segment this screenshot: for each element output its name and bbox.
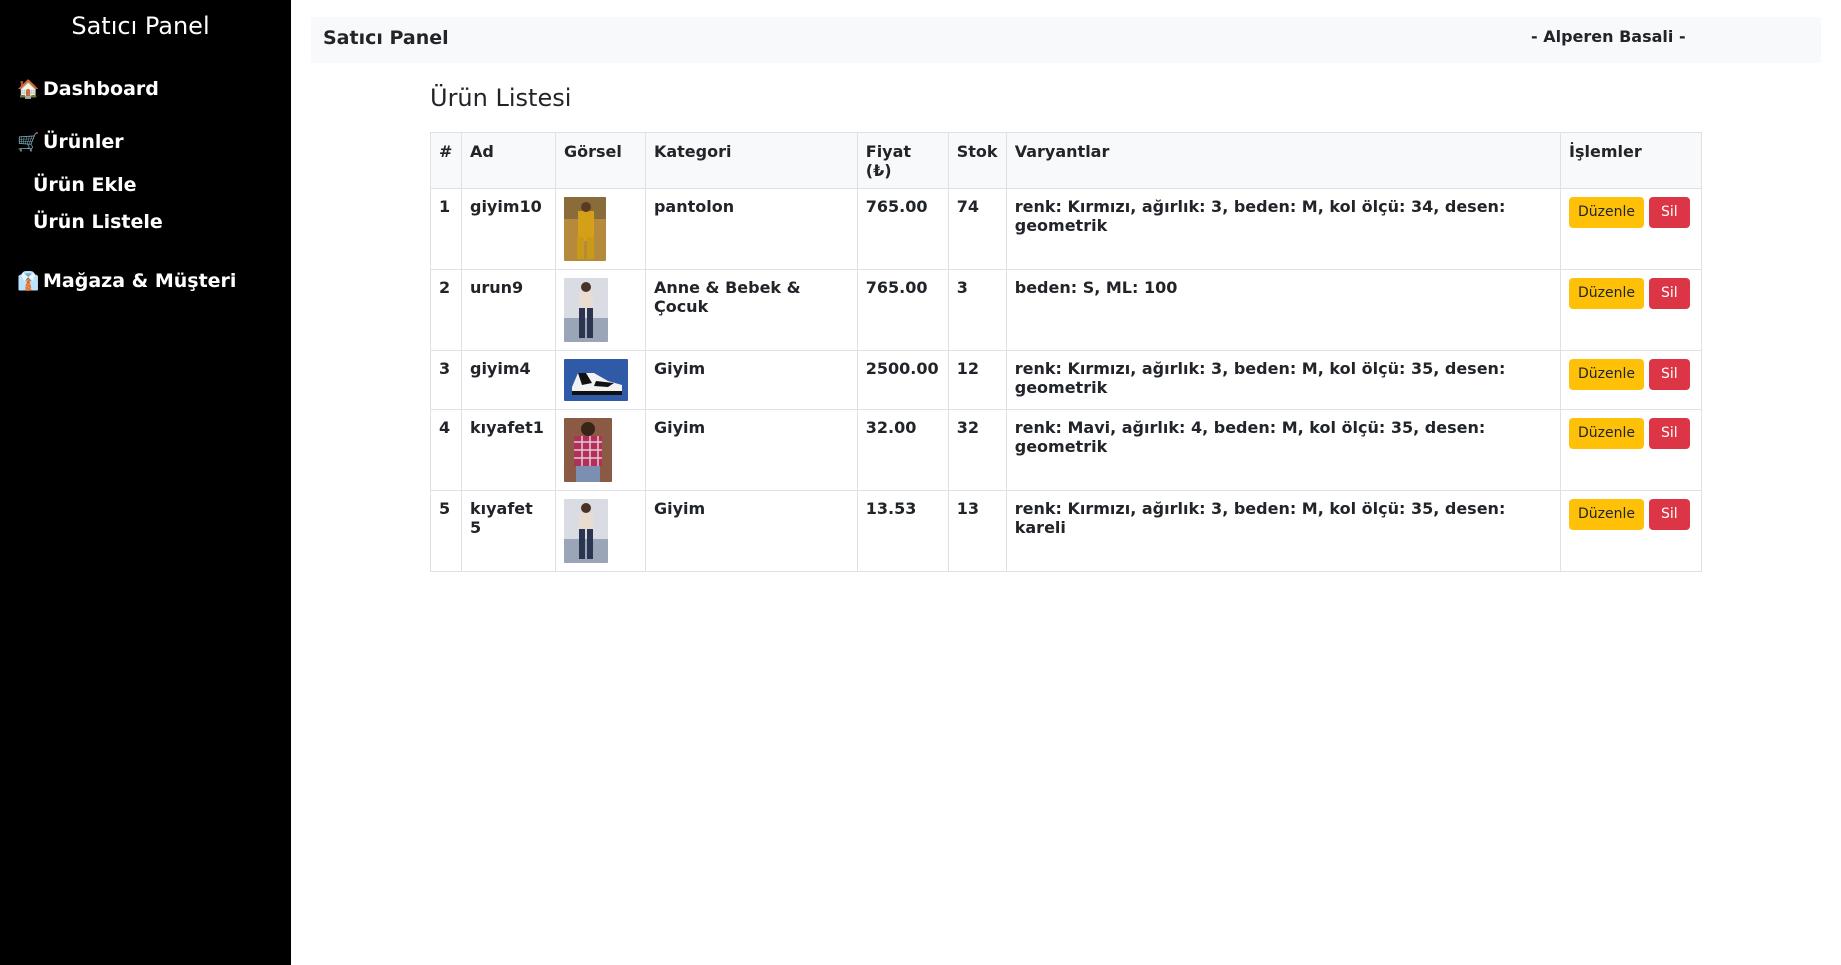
topbar-title: Satıcı Panel bbox=[323, 27, 449, 49]
cell-category: Giyim bbox=[644, 409, 858, 491]
delete-button[interactable]: Sil bbox=[1649, 278, 1690, 309]
table-row: 4 kıyafet1 Giyim 32.00 32 renk: Mavi, ağ… bbox=[430, 409, 1702, 491]
cell-id: 3 bbox=[430, 350, 462, 410]
column-header-id: # bbox=[430, 132, 462, 189]
sidebar-item-label: Dashboard bbox=[43, 78, 159, 100]
cell-actions: Düzenle Sil bbox=[1560, 409, 1702, 491]
delete-button[interactable]: Sil bbox=[1649, 418, 1690, 449]
sidebar-item-store-customer[interactable]: 👔 Mağaza & Müşteri bbox=[17, 270, 236, 292]
column-header-price: Fiyat (₺) bbox=[856, 132, 949, 189]
cell-name: giyim10 bbox=[460, 188, 556, 270]
column-header-stock: Stok bbox=[947, 132, 1007, 189]
cell-variants: beden: S, ML: 100 bbox=[1005, 269, 1562, 351]
cell-variants: renk: Kırmızı, ağırlık: 3, beden: M, kol… bbox=[1005, 188, 1562, 270]
product-image-jeans-outfit bbox=[563, 499, 608, 563]
cell-price: 13.53 bbox=[856, 490, 949, 572]
cell-image bbox=[554, 350, 646, 410]
cell-variants: renk: Kırmızı, ağırlık: 3, beden: M, kol… bbox=[1005, 490, 1562, 572]
edit-button[interactable]: Düzenle bbox=[1569, 418, 1645, 449]
sidebar-item-label: Ürünler bbox=[43, 131, 124, 153]
product-image-sneaker bbox=[563, 359, 628, 401]
cell-image bbox=[554, 188, 646, 270]
edit-button[interactable]: Düzenle bbox=[1569, 197, 1645, 228]
edit-button[interactable]: Düzenle bbox=[1569, 278, 1645, 309]
table-row: 5 kıyafet 5 Giyim 13.53 13 renk: Kırmızı… bbox=[430, 490, 1702, 572]
cell-actions: Düzenle Sil bbox=[1560, 350, 1702, 410]
sidebar-item-label: Ürün Ekle bbox=[33, 174, 137, 196]
cell-category: pantolon bbox=[644, 188, 858, 270]
user-name: - Alperen Basali - bbox=[1531, 27, 1686, 46]
cell-price: 2500.00 bbox=[856, 350, 949, 410]
table-header-row: # Ad Görsel Kategori Fiyat (₺) Stok Vary… bbox=[430, 132, 1702, 189]
cell-actions: Düzenle Sil bbox=[1560, 490, 1702, 572]
sidebar-item-list-products[interactable]: Ürün Listele bbox=[33, 211, 163, 233]
cell-actions: Düzenle Sil bbox=[1560, 269, 1702, 351]
column-header-actions: İşlemler bbox=[1560, 132, 1702, 189]
cell-category: Giyim bbox=[644, 490, 858, 572]
sidebar-title: Satıcı Panel bbox=[71, 12, 210, 40]
cell-price: 32.00 bbox=[856, 409, 949, 491]
cell-name: kıyafet 5 bbox=[460, 490, 556, 572]
cell-price: 765.00 bbox=[856, 188, 949, 270]
cell-name: kıyafet1 bbox=[460, 409, 556, 491]
cell-image bbox=[554, 490, 646, 572]
cell-id: 4 bbox=[430, 409, 462, 491]
cell-stock: 74 bbox=[947, 188, 1007, 270]
sidebar-item-add-product[interactable]: Ürün Ekle bbox=[33, 174, 136, 196]
table-row: 1 giyim10 pantolon 765.00 74 renk: Kırmı… bbox=[430, 188, 1702, 270]
home-icon: 🏠 bbox=[17, 78, 40, 100]
product-image-plaid-shirt bbox=[563, 418, 612, 482]
table-row: 3 giyim4 Giyim 2500.00 12 renk: Kırmızı,… bbox=[430, 350, 1702, 410]
column-header-image: Görsel bbox=[554, 132, 646, 189]
cell-name: giyim4 bbox=[460, 350, 556, 410]
cell-variants: renk: Kırmızı, ağırlık: 3, beden: M, kol… bbox=[1005, 350, 1562, 410]
cell-id: 1 bbox=[430, 188, 462, 270]
column-header-variants: Varyantlar bbox=[1005, 132, 1562, 189]
cell-id: 2 bbox=[430, 269, 462, 351]
cell-stock: 13 bbox=[947, 490, 1007, 572]
sidebar-item-label: Mağaza & Müşteri bbox=[43, 270, 237, 292]
app-root: Satıcı Panel 🏠 Dashboard 🛒 Ürünler Ürün … bbox=[0, 0, 1841, 965]
cell-stock: 12 bbox=[947, 350, 1007, 410]
cart-icon: 🛒 bbox=[17, 131, 40, 153]
product-table: # Ad Görsel Kategori Fiyat (₺) Stok Vary… bbox=[430, 132, 1702, 572]
column-header-name: Ad bbox=[460, 132, 556, 189]
delete-button[interactable]: Sil bbox=[1649, 359, 1690, 390]
edit-button[interactable]: Düzenle bbox=[1569, 359, 1645, 390]
sidebar-item-label: Ürün Listele bbox=[33, 211, 163, 233]
edit-button[interactable]: Düzenle bbox=[1569, 499, 1645, 530]
sidebar-item-products[interactable]: 🛒 Ürünler bbox=[17, 131, 124, 153]
sidebar: Satıcı Panel 🏠 Dashboard 🛒 Ürünler Ürün … bbox=[0, 0, 291, 965]
cell-image bbox=[554, 409, 646, 491]
topbar: Satıcı Panel - Alperen Basali - bbox=[311, 17, 1821, 63]
page-title: Ürün Listesi bbox=[430, 84, 572, 112]
cell-actions: Düzenle Sil bbox=[1560, 188, 1702, 270]
sidebar-item-dashboard[interactable]: 🏠 Dashboard bbox=[17, 78, 159, 100]
table-row: 2 urun9 Anne & Bebek & Çocuk 765.00 3 be… bbox=[430, 269, 1702, 351]
cell-name: urun9 bbox=[460, 269, 556, 351]
cell-category: Giyim bbox=[644, 350, 858, 410]
cell-stock: 32 bbox=[947, 409, 1007, 491]
cell-price: 765.00 bbox=[856, 269, 949, 351]
delete-button[interactable]: Sil bbox=[1649, 499, 1690, 530]
shirt-icon: 👔 bbox=[17, 270, 40, 292]
cell-category: Anne & Bebek & Çocuk bbox=[644, 269, 858, 351]
cell-stock: 3 bbox=[947, 269, 1007, 351]
cell-variants: renk: Mavi, ağırlık: 4, beden: M, kol öl… bbox=[1005, 409, 1562, 491]
delete-button[interactable]: Sil bbox=[1649, 197, 1690, 228]
product-image-yellow-outfit bbox=[563, 197, 606, 261]
cell-id: 5 bbox=[430, 490, 462, 572]
product-image-jeans-outfit bbox=[563, 278, 608, 342]
cell-image bbox=[554, 269, 646, 351]
column-header-category: Kategori bbox=[644, 132, 858, 189]
